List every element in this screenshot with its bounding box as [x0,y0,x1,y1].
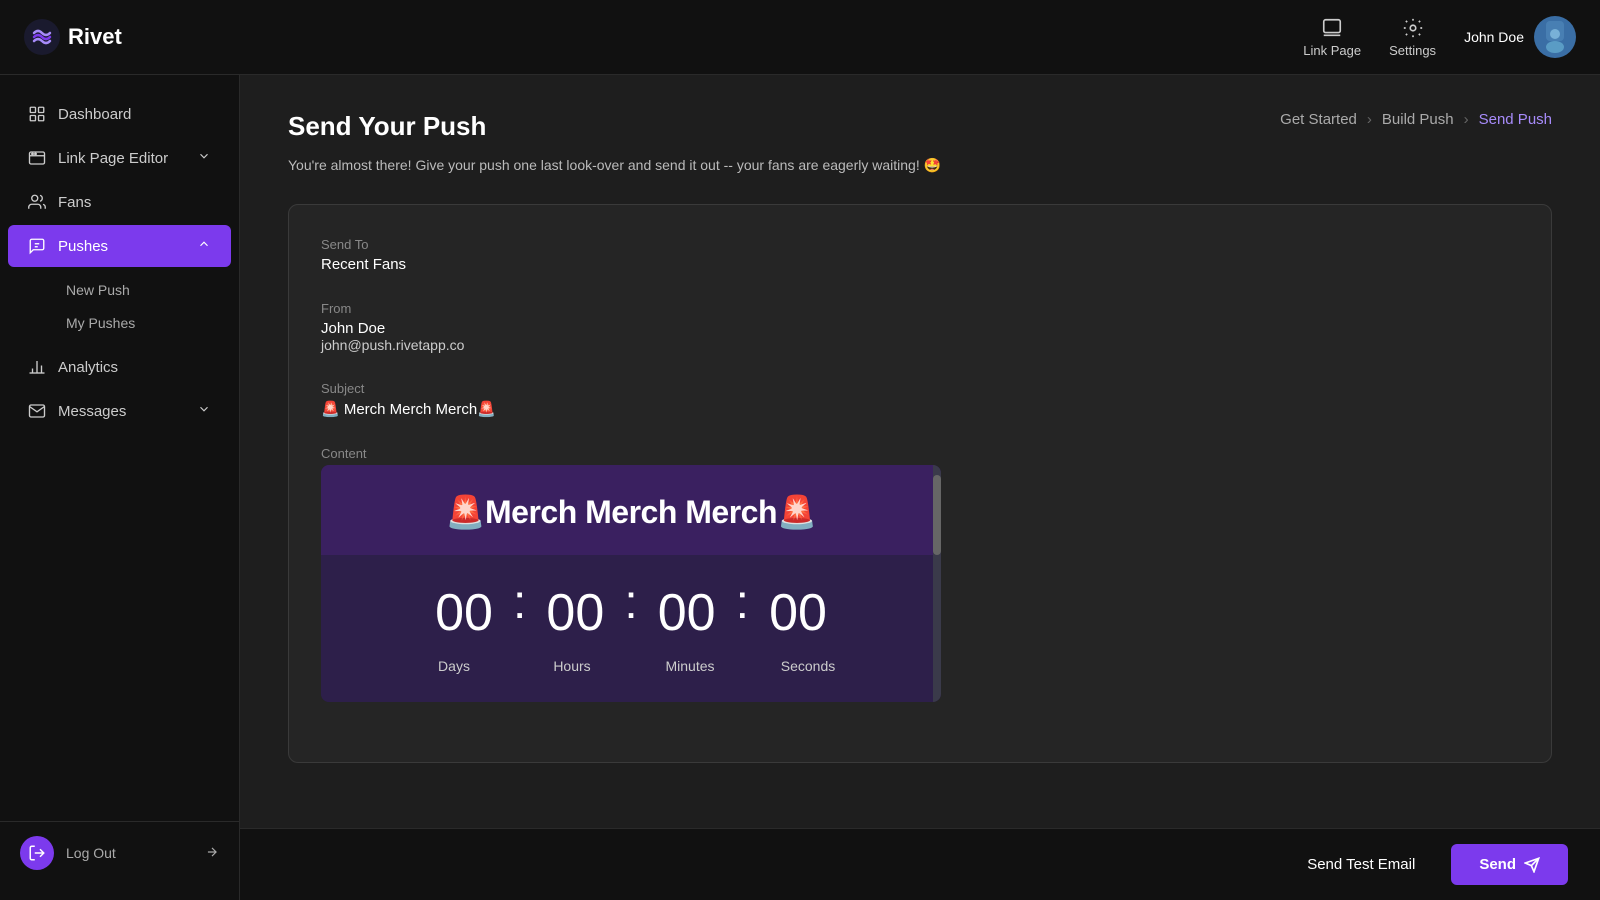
logout-icon-circle [20,836,54,870]
sidebar: Dashboard Link Page Editor [0,75,240,900]
content-field: Content 🚨Merch Merch Merch🚨 00 : [321,446,1519,702]
send-button[interactable]: Send [1451,844,1568,885]
breadcrumb-step-2: Build Push [1382,111,1454,128]
sidebar-item-messages[interactable]: Messages [8,390,231,432]
send-test-email-button[interactable]: Send Test Email [1287,846,1435,883]
sidebar-item-label: Dashboard [58,106,131,123]
message-icon [28,402,46,420]
logout-icon [28,844,46,862]
countdown-minutes: 00 [642,587,732,639]
scrollbar-thumb [933,475,941,555]
from-name: John Doe [321,320,1519,337]
send-icon [1524,857,1540,873]
sidebar-item-analytics[interactable]: Analytics [8,346,231,388]
countdown-days: 00 [419,587,509,639]
label-hours: Hours [527,658,617,674]
logo[interactable]: Rivet [24,19,1303,55]
countdown-display: 00 : 00 : 00 : 00 [345,575,917,650]
avatar [1534,16,1576,58]
sidebar-item-label: Link Page Editor [58,150,168,167]
arrow-right-icon [205,845,219,862]
send-to-label: Send To [321,237,1519,252]
countdown-sep-1: : [509,575,530,630]
subject-field: Subject 🚨 Merch Merch Merch🚨 [321,381,1519,418]
logout-button[interactable]: Log Out [0,821,239,884]
push-card: Send To Recent Fans From John Doe john@p… [288,204,1552,763]
sidebar-item-label: Analytics [58,359,118,376]
breadcrumb: Get Started › Build Push › Send Push [1280,111,1552,128]
breadcrumb-step-3: Send Push [1479,111,1552,128]
label-minutes: Minutes [645,658,735,674]
top-navigation: Rivet Link Page Settings John Doe [0,0,1600,75]
sidebar-item-label: Pushes [58,238,108,255]
send-to-field: Send To Recent Fans [321,237,1519,273]
page-title: Send Your Push [288,111,486,142]
chevron-down-icon [197,402,211,420]
breadcrumb-sep-1: › [1367,111,1372,128]
link-page-label: Link Page [1303,43,1361,58]
chevron-up-icon [197,237,211,255]
countdown-seconds: 00 [753,587,843,639]
label-seconds: Seconds [763,658,853,674]
page-subtitle: You're almost there! Give your push one … [288,154,1552,176]
sidebar-item-link-page-editor[interactable]: Link Page Editor [8,137,231,179]
subject-label: Subject [321,381,1519,396]
page-header: Send Your Push Get Started › Build Push … [288,111,1552,142]
countdown-section: 00 : 00 : 00 : 00 [321,555,941,702]
users-icon [28,193,46,211]
bottom-bar: Send Test Email Send [240,828,1600,900]
user-name: John Doe [1464,29,1524,45]
sidebar-item-my-pushes[interactable]: My Pushes [50,307,239,339]
settings-label: Settings [1389,43,1436,58]
content-preview: 🚨Merch Merch Merch🚨 00 : 00 [321,465,941,702]
from-field: From John Doe john@push.rivetapp.co [321,301,1519,353]
chart-icon [28,358,46,376]
link-page-nav[interactable]: Link Page [1303,17,1361,58]
chevron-down-icon [197,149,211,167]
subject-value: 🚨 Merch Merch Merch🚨 [321,400,1519,418]
preview-header: 🚨Merch Merch Merch🚨 [321,465,941,555]
from-label: From [321,301,1519,316]
countdown-sep-2: : [620,575,641,630]
countdown-labels: Days Hours Minutes Seconds [345,658,917,674]
sidebar-item-label: Fans [58,194,91,211]
sidebar-item-new-push[interactable]: New Push [50,274,239,306]
sidebar-item-pushes[interactable]: Pushes [8,225,231,267]
sidebar-item-fans[interactable]: Fans [8,181,231,223]
countdown-sep-3: : [732,575,753,630]
logout-label: Log Out [66,845,116,861]
send-to-value: Recent Fans [321,256,1519,273]
breadcrumb-step-1: Get Started [1280,111,1357,128]
label-days: Days [409,658,499,674]
sidebar-item-label: Messages [58,403,126,420]
breadcrumb-sep-2: › [1464,111,1469,128]
user-menu[interactable]: John Doe [1464,16,1576,58]
countdown-hours: 00 [530,587,620,639]
scrollbar[interactable] [933,465,941,702]
settings-nav[interactable]: Settings [1389,17,1436,58]
browser-icon [28,149,46,167]
logo-text: Rivet [68,24,122,50]
sidebar-item-dashboard[interactable]: Dashboard [8,93,231,135]
main-content: Send Your Push Get Started › Build Push … [240,75,1600,900]
pushes-submenu: New Push My Pushes [0,269,239,344]
preview-title: 🚨Merch Merch Merch🚨 [341,493,921,531]
push-icon [28,237,46,255]
content-label: Content [321,446,1519,461]
from-email: john@push.rivetapp.co [321,337,1519,353]
grid-icon [28,105,46,123]
